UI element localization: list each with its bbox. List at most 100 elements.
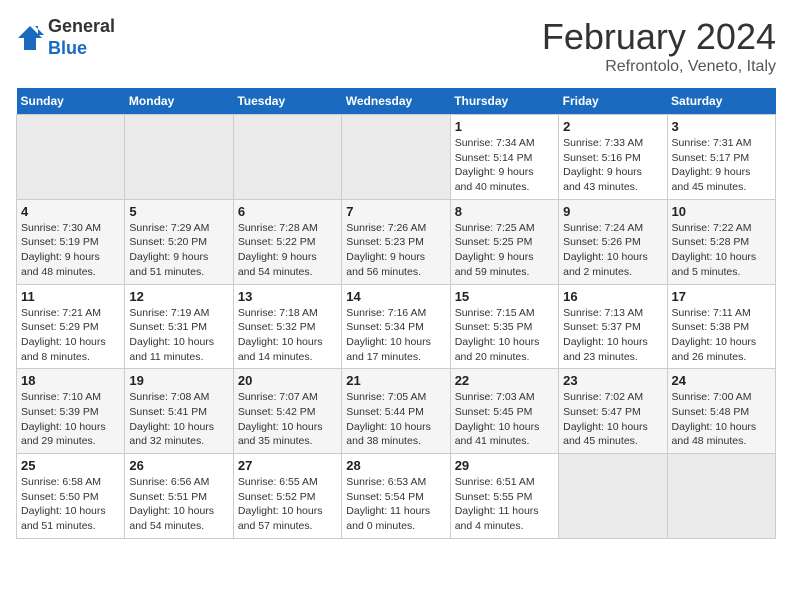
col-header-friday: Friday (559, 88, 667, 115)
calendar-cell: 10 Sunrise: 7:22 AMSunset: 5:28 PMDayligh… (667, 199, 775, 284)
calendar-cell: 18 Sunrise: 7:10 AMSunset: 5:39 PMDayligh… (17, 369, 125, 454)
day-number: 16 (563, 289, 662, 304)
calendar-cell: 4 Sunrise: 7:30 AMSunset: 5:19 PMDaylight… (17, 199, 125, 284)
calendar-cell: 27 Sunrise: 6:55 AMSunset: 5:52 PMDayligh… (233, 454, 341, 539)
logo-general-text: General (48, 16, 115, 36)
calendar-cell: 20Sunrise: 7:07 AMSunset: 5:42 PMDayligh… (233, 369, 341, 454)
week-row-4: 18 Sunrise: 7:10 AMSunset: 5:39 PMDayligh… (17, 369, 776, 454)
day-number: 8 (455, 204, 554, 219)
calendar-cell: 16 Sunrise: 7:13 AMSunset: 5:37 PMDayligh… (559, 284, 667, 369)
col-header-saturday: Saturday (667, 88, 775, 115)
calendar-cell (17, 115, 125, 200)
logo-blue-text: Blue (48, 38, 87, 58)
day-info: Sunrise: 7:05 AMSunset: 5:44 PMDaylight:… (346, 390, 445, 449)
week-row-3: 11 Sunrise: 7:21 AMSunset: 5:29 PMDayligh… (17, 284, 776, 369)
day-number: 28 (346, 458, 445, 473)
col-header-wednesday: Wednesday (342, 88, 450, 115)
calendar-cell: 22 Sunrise: 7:03 AMSunset: 5:45 PMDayligh… (450, 369, 558, 454)
calendar-cell: 1 Sunrise: 7:34 AMSunset: 5:14 PMDaylight… (450, 115, 558, 200)
calendar-cell: 17 Sunrise: 7:11 AMSunset: 5:38 PMDayligh… (667, 284, 775, 369)
day-info: Sunrise: 7:31 AMSunset: 5:17 PMDaylight:… (672, 136, 771, 195)
day-number: 12 (129, 289, 228, 304)
day-number: 17 (672, 289, 771, 304)
calendar-cell: 12 Sunrise: 7:19 AMSunset: 5:31 PMDayligh… (125, 284, 233, 369)
day-number: 29 (455, 458, 554, 473)
day-info: Sunrise: 7:33 AMSunset: 5:16 PMDaylight:… (563, 136, 662, 195)
calendar-cell (125, 115, 233, 200)
calendar-table: SundayMondayTuesdayWednesdayThursdayFrid… (16, 88, 776, 539)
day-info: Sunrise: 6:58 AMSunset: 5:50 PMDaylight:… (21, 475, 120, 534)
day-number: 7 (346, 204, 445, 219)
day-number: 10 (672, 204, 771, 219)
calendar-cell (667, 454, 775, 539)
location-subtitle: Refrontolo, Veneto, Italy (542, 58, 776, 76)
calendar-cell: 29 Sunrise: 6:51 AMSunset: 5:55 PMDayligh… (450, 454, 558, 539)
calendar-cell: 3 Sunrise: 7:31 AMSunset: 5:17 PMDaylight… (667, 115, 775, 200)
day-info: Sunrise: 7:02 AMSunset: 5:47 PMDaylight:… (563, 390, 662, 449)
day-info: Sunrise: 6:55 AMSunset: 5:52 PMDaylight:… (238, 475, 337, 534)
page-header: General Blue February 2024 Refrontolo, V… (16, 16, 776, 76)
day-info: Sunrise: 7:03 AMSunset: 5:45 PMDaylight:… (455, 390, 554, 449)
day-number: 26 (129, 458, 228, 473)
day-info: Sunrise: 7:00 AMSunset: 5:48 PMDaylight:… (672, 390, 771, 449)
day-number: 11 (21, 289, 120, 304)
calendar-cell: 21 Sunrise: 7:05 AMSunset: 5:44 PMDayligh… (342, 369, 450, 454)
day-number: 23 (563, 373, 662, 388)
day-info: Sunrise: 7:24 AMSunset: 5:26 PMDaylight:… (563, 221, 662, 280)
calendar-cell: 9 Sunrise: 7:24 AMSunset: 5:26 PMDaylight… (559, 199, 667, 284)
day-info: Sunrise: 7:26 AMSunset: 5:23 PMDaylight:… (346, 221, 445, 280)
day-number: 9 (563, 204, 662, 219)
day-info: Sunrise: 7:25 AMSunset: 5:25 PMDaylight:… (455, 221, 554, 280)
day-info: Sunrise: 7:21 AMSunset: 5:29 PMDaylight:… (21, 306, 120, 365)
day-number: 27 (238, 458, 337, 473)
calendar-cell: 7 Sunrise: 7:26 AMSunset: 5:23 PMDaylight… (342, 199, 450, 284)
day-info: Sunrise: 6:56 AMSunset: 5:51 PMDaylight:… (129, 475, 228, 534)
calendar-cell: 8 Sunrise: 7:25 AMSunset: 5:25 PMDaylight… (450, 199, 558, 284)
day-number: 6 (238, 204, 337, 219)
week-row-1: 1 Sunrise: 7:34 AMSunset: 5:14 PMDaylight… (17, 115, 776, 200)
day-number: 19 (129, 373, 228, 388)
day-info: Sunrise: 6:51 AMSunset: 5:55 PMDaylight:… (455, 475, 554, 534)
calendar-cell (233, 115, 341, 200)
col-header-monday: Monday (125, 88, 233, 115)
day-info: Sunrise: 7:19 AMSunset: 5:31 PMDaylight:… (129, 306, 228, 365)
week-row-2: 4 Sunrise: 7:30 AMSunset: 5:19 PMDaylight… (17, 199, 776, 284)
col-header-sunday: Sunday (17, 88, 125, 115)
day-info: Sunrise: 7:22 AMSunset: 5:28 PMDaylight:… (672, 221, 771, 280)
month-title: February 2024 (542, 16, 776, 58)
calendar-cell: 24Sunrise: 7:00 AMSunset: 5:48 PMDayligh… (667, 369, 775, 454)
day-info: Sunrise: 7:16 AMSunset: 5:34 PMDaylight:… (346, 306, 445, 365)
day-info: Sunrise: 7:10 AMSunset: 5:39 PMDaylight:… (21, 390, 120, 449)
day-info: Sunrise: 7:30 AMSunset: 5:19 PMDaylight:… (21, 221, 120, 280)
calendar-header-row: SundayMondayTuesdayWednesdayThursdayFrid… (17, 88, 776, 115)
day-number: 4 (21, 204, 120, 219)
day-number: 5 (129, 204, 228, 219)
day-info: Sunrise: 7:13 AMSunset: 5:37 PMDaylight:… (563, 306, 662, 365)
day-info: Sunrise: 7:34 AMSunset: 5:14 PMDaylight:… (455, 136, 554, 195)
calendar-cell: 26 Sunrise: 6:56 AMSunset: 5:51 PMDayligh… (125, 454, 233, 539)
day-info: Sunrise: 7:08 AMSunset: 5:41 PMDaylight:… (129, 390, 228, 449)
calendar-cell: 13 Sunrise: 7:18 AMSunset: 5:32 PMDayligh… (233, 284, 341, 369)
day-number: 25 (21, 458, 120, 473)
calendar-cell: 14Sunrise: 7:16 AMSunset: 5:34 PMDayligh… (342, 284, 450, 369)
col-header-tuesday: Tuesday (233, 88, 341, 115)
logo: General Blue (16, 16, 115, 59)
logo-icon (16, 24, 44, 52)
day-number: 21 (346, 373, 445, 388)
day-info: Sunrise: 7:18 AMSunset: 5:32 PMDaylight:… (238, 306, 337, 365)
day-number: 1 (455, 119, 554, 134)
day-number: 2 (563, 119, 662, 134)
day-number: 20 (238, 373, 337, 388)
day-number: 13 (238, 289, 337, 304)
calendar-cell: 6Sunrise: 7:28 AMSunset: 5:22 PMDaylight… (233, 199, 341, 284)
day-number: 15 (455, 289, 554, 304)
calendar-cell: 2 Sunrise: 7:33 AMSunset: 5:16 PMDaylight… (559, 115, 667, 200)
day-info: Sunrise: 7:11 AMSunset: 5:38 PMDaylight:… (672, 306, 771, 365)
day-info: Sunrise: 6:53 AMSunset: 5:54 PMDaylight:… (346, 475, 445, 534)
calendar-cell: 25 Sunrise: 6:58 AMSunset: 5:50 PMDayligh… (17, 454, 125, 539)
calendar-cell: 28 Sunrise: 6:53 AMSunset: 5:54 PMDayligh… (342, 454, 450, 539)
day-number: 18 (21, 373, 120, 388)
day-number: 3 (672, 119, 771, 134)
day-number: 22 (455, 373, 554, 388)
calendar-cell (559, 454, 667, 539)
